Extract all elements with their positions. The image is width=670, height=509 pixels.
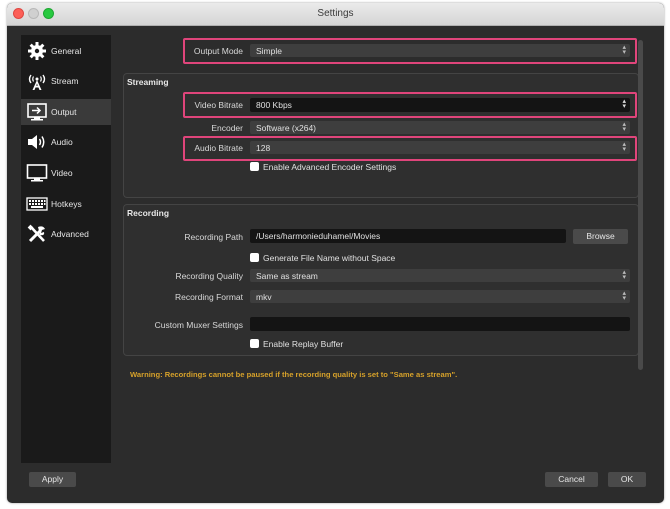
chevron-updown-icon: ▴ ▾ bbox=[622, 269, 626, 281]
no-space-filename-checkbox[interactable]: Generate File Name without Space bbox=[250, 253, 395, 263]
chevron-updown-icon: ▴ ▾ bbox=[622, 121, 626, 133]
keyboard-icon bbox=[26, 197, 48, 211]
monitor-icon bbox=[26, 164, 48, 182]
recording-path-label: Recording Path bbox=[184, 232, 243, 242]
speaker-icon bbox=[28, 135, 45, 149]
streaming-section-title: Streaming bbox=[127, 77, 169, 87]
recording-section-title: Recording bbox=[127, 208, 170, 218]
advanced-encoder-checkbox[interactable]: Enable Advanced Encoder Settings bbox=[250, 162, 396, 172]
custom-muxer-label: Custom Muxer Settings bbox=[154, 320, 243, 330]
sidebar-item-advanced[interactable]: Advanced bbox=[21, 221, 111, 247]
encoder-value: Software (x264) bbox=[256, 123, 316, 133]
sidebar-item-stream[interactable]: Stream bbox=[21, 68, 111, 94]
sidebar-item-label: Video bbox=[51, 168, 73, 178]
recording-format-label: Recording Format bbox=[174, 292, 243, 302]
recording-format-select[interactable]: mkv ▴ ▾ bbox=[250, 290, 630, 303]
sidebar-item-general[interactable]: General bbox=[21, 38, 111, 64]
apply-button[interactable]: Apply bbox=[29, 472, 76, 487]
sidebar-item-audio[interactable]: Audio bbox=[21, 129, 111, 155]
gear-icon bbox=[28, 42, 46, 60]
recording-quality-select[interactable]: Same as stream ▴ ▾ bbox=[250, 269, 630, 282]
sidebar-item-output[interactable]: Output bbox=[21, 99, 111, 125]
ok-button[interactable]: OK bbox=[608, 472, 646, 487]
recording-quality-label: Recording Quality bbox=[175, 271, 243, 281]
recording-path-field[interactable]: /Users/harmonieduhamel/Movies bbox=[250, 229, 566, 243]
replay-buffer-label: Enable Replay Buffer bbox=[263, 339, 344, 349]
browse-button[interactable]: Browse bbox=[573, 229, 628, 244]
encoder-select[interactable]: Software (x264) ▴ ▾ bbox=[250, 121, 630, 134]
sidebar-item-label: Audio bbox=[51, 137, 73, 147]
broadcast-icon bbox=[28, 74, 46, 90]
checkbox-box[interactable] bbox=[250, 253, 259, 262]
video-bitrate-highlight-box bbox=[183, 92, 637, 118]
advanced-encoder-label: Enable Advanced Encoder Settings bbox=[263, 162, 397, 172]
settings-sidebar: General Stream Output Audio Video Hotkey… bbox=[21, 35, 111, 463]
tools-icon bbox=[27, 224, 45, 243]
chevron-updown-icon: ▴ ▾ bbox=[622, 290, 626, 302]
output-mode-highlight-box bbox=[183, 38, 637, 64]
recording-format-value: mkv bbox=[256, 292, 272, 302]
warning-message: Warning: Recordings cannot be paused if … bbox=[130, 370, 458, 379]
vertical-scrollbar[interactable] bbox=[638, 40, 643, 370]
window-title: Settings bbox=[317, 8, 354, 19]
recording-quality-value: Same as stream bbox=[256, 271, 318, 281]
output-monitor-icon bbox=[27, 103, 47, 121]
sidebar-item-label: Stream bbox=[51, 76, 79, 86]
replay-buffer-checkbox[interactable]: Enable Replay Buffer bbox=[250, 339, 343, 349]
no-space-filename-label: Generate File Name without Space bbox=[263, 253, 396, 263]
sidebar-item-label: Output bbox=[51, 107, 77, 117]
recording-path-value: /Users/harmonieduhamel/Movies bbox=[256, 231, 381, 241]
sidebar-item-hotkeys[interactable]: Hotkeys bbox=[21, 191, 111, 217]
title-bar: Settings bbox=[7, 3, 664, 26]
sidebar-item-video[interactable]: Video bbox=[21, 160, 111, 186]
sidebar-item-label: Hotkeys bbox=[51, 199, 82, 209]
checkbox-box[interactable] bbox=[250, 162, 259, 171]
checkbox-box[interactable] bbox=[250, 339, 259, 348]
encoder-label: Encoder bbox=[211, 123, 243, 133]
sidebar-item-label: Advanced bbox=[51, 229, 89, 239]
custom-muxer-field[interactable] bbox=[250, 317, 630, 331]
audio-bitrate-highlight-box bbox=[183, 136, 637, 161]
cancel-button[interactable]: Cancel bbox=[545, 472, 598, 487]
sidebar-item-label: General bbox=[51, 46, 82, 56]
